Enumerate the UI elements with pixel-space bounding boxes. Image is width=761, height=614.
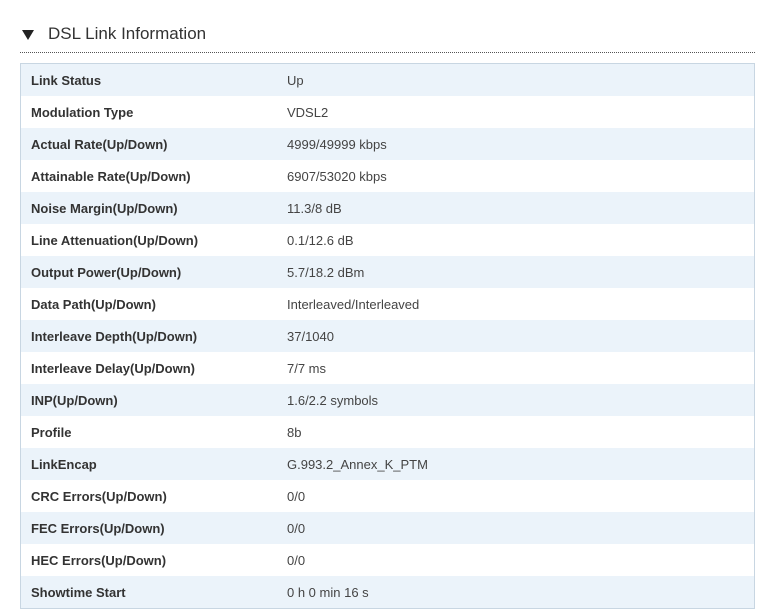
row-value: 0 h 0 min 16 s xyxy=(287,584,369,600)
table-row: FEC Errors(Up/Down) 0/0 xyxy=(21,512,754,544)
row-value: 11.3/8 dB xyxy=(287,200,342,216)
table-row: Noise Margin(Up/Down) 11.3/8 dB xyxy=(21,192,754,224)
table-row: Attainable Rate(Up/Down) 6907/53020 kbps xyxy=(21,160,754,192)
row-value: 0/0 xyxy=(287,552,306,568)
table-row: Interleave Depth(Up/Down) 37/1040 xyxy=(21,320,754,352)
row-value: 0.1/12.6 dB xyxy=(287,232,354,248)
row-label: CRC Errors(Up/Down) xyxy=(31,488,167,504)
table-row: Link Status Up xyxy=(21,64,754,96)
table-row: Profile 8b xyxy=(21,416,754,448)
table-row: Modulation Type VDSL2 xyxy=(21,96,754,128)
row-value: 5.7/18.2 dBm xyxy=(287,264,365,280)
row-label: Link Status xyxy=(31,72,102,88)
table-row: Showtime Start 0 h 0 min 16 s xyxy=(21,576,754,608)
row-label: Attainable Rate(Up/Down) xyxy=(31,168,191,184)
triangle-down-icon[interactable] xyxy=(22,29,34,41)
row-value: 1.6/2.2 symbols xyxy=(287,392,379,408)
row-label: Interleave Depth(Up/Down) xyxy=(31,328,198,344)
row-label: Showtime Start xyxy=(31,584,126,600)
row-value: VDSL2 xyxy=(287,104,329,120)
table-row: Actual Rate(Up/Down) 4999/49999 kbps xyxy=(21,128,754,160)
row-value: 0/0 xyxy=(287,520,306,536)
row-label: FEC Errors(Up/Down) xyxy=(31,520,165,536)
row-value: 0/0 xyxy=(287,488,306,504)
table-row: Data Path(Up/Down) Interleaved/Interleav… xyxy=(21,288,754,320)
table-row: HEC Errors(Up/Down) 0/0 xyxy=(21,544,754,576)
dsl-info-table: Link Status Up Modulation Type VDSL2 Act… xyxy=(20,63,755,609)
dsl-link-section-header[interactable]: DSL Link Information xyxy=(20,22,755,53)
table-row: CRC Errors(Up/Down) 0/0 xyxy=(21,480,754,512)
row-label: Data Path(Up/Down) xyxy=(31,296,156,312)
row-label: Actual Rate(Up/Down) xyxy=(31,136,168,152)
row-label: Noise Margin(Up/Down) xyxy=(31,200,178,216)
row-value: 6907/53020 kbps xyxy=(287,168,387,184)
table-row: LinkEncap G.993.2_Annex_K_PTM xyxy=(21,448,754,480)
row-value: 4999/49999 kbps xyxy=(287,136,387,152)
row-value: 7/7 ms xyxy=(287,360,327,376)
table-row: Interleave Delay(Up/Down) 7/7 ms xyxy=(21,352,754,384)
row-label: LinkEncap xyxy=(31,456,97,472)
table-row: Output Power(Up/Down) 5.7/18.2 dBm xyxy=(21,256,754,288)
table-row: Line Attenuation(Up/Down) 0.1/12.6 dB xyxy=(21,224,754,256)
row-label: Profile xyxy=(31,424,72,440)
row-label: HEC Errors(Up/Down) xyxy=(31,552,167,568)
row-value: 37/1040 xyxy=(287,328,334,344)
table-row: INP(Up/Down) 1.6/2.2 symbols xyxy=(21,384,754,416)
row-value: 8b xyxy=(287,424,302,440)
row-label: INP(Up/Down) xyxy=(31,392,118,408)
row-label: Modulation Type xyxy=(31,104,134,120)
row-label: Line Attenuation(Up/Down) xyxy=(31,232,199,248)
section-title: DSL Link Information xyxy=(48,24,207,43)
row-value: G.993.2_Annex_K_PTM xyxy=(287,456,428,472)
row-value: Up xyxy=(287,72,304,88)
row-label: Interleave Delay(Up/Down) xyxy=(31,360,195,376)
row-value: Interleaved/Interleaved xyxy=(287,296,420,312)
row-label: Output Power(Up/Down) xyxy=(31,264,182,280)
